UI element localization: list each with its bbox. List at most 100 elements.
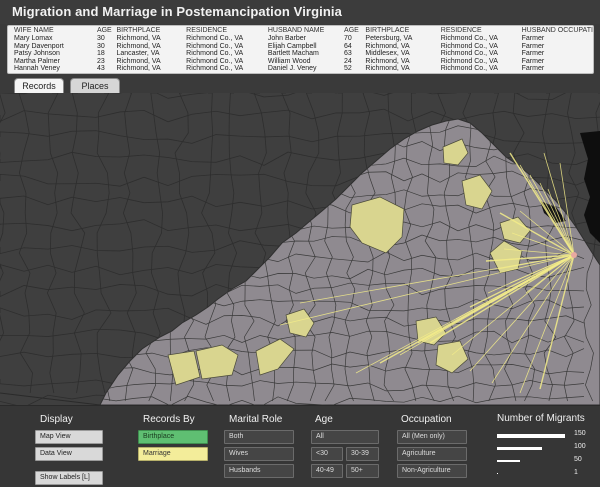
cell-husband-name: John Barber [267, 35, 306, 43]
data-view-button[interactable]: Data View [35, 447, 103, 461]
legend-bar-150 [497, 434, 565, 438]
cell-husband-residence: Richmond Co., VA [440, 35, 498, 43]
cell-wife-residence: Richmond Co., VA [186, 57, 244, 65]
table-row[interactable]: Patsy Johnson 18 Lancaster, VA Richmond Co.… [14, 50, 593, 58]
cell-husband-birthplace: Richmond, VA [365, 42, 410, 50]
cell-wife-birthplace: Lancaster, VA [116, 50, 160, 58]
cell-husband-name: Daniel J. Veney [267, 65, 317, 73]
tab-records[interactable]: Records [14, 78, 64, 93]
cell-wife-birthplace: Richmond, VA [116, 42, 161, 50]
role-husbands-button[interactable]: Husbands [224, 464, 294, 478]
cell-husband-occupation: Farmer [521, 50, 545, 58]
migration-map[interactable] [0, 93, 600, 405]
occupation-agriculture-button[interactable]: Agriculture [397, 447, 467, 461]
cell-husband-age: 52 [344, 65, 352, 73]
occupation-non-agriculture-button[interactable]: Non-Agriculture [397, 464, 467, 478]
col-husband-residence[interactable]: RESIDENCE [441, 27, 522, 35]
richmond-county-origin-marker [571, 252, 577, 258]
cell-wife-birthplace: Richmond, VA [116, 57, 161, 65]
marital-role-group-title: Marital Role [229, 414, 283, 425]
cell-husband-occupation: Farmer [521, 57, 545, 65]
cell-husband-birthplace: Petersburg, VA [365, 35, 413, 43]
records-table-panel: WIFE NAME AGE BIRTHPLACE RESIDENCE HUSBA… [7, 25, 594, 74]
map-canvas[interactable] [0, 93, 600, 405]
cell-husband-name: Bartlett Macham [267, 50, 319, 58]
col-wife-age[interactable]: AGE [97, 27, 117, 35]
app-title: Migration and Marriage in Postemancipati… [12, 4, 342, 19]
table-row[interactable]: Martha Palmer 23 Richmond, VA Richmond Co.,… [14, 58, 593, 66]
col-husband-occupation[interactable]: HUSBAND OCCUPATI [522, 27, 593, 35]
age-30-39-button[interactable]: 30-39 [346, 447, 379, 461]
cell-wife-age: 18 [96, 50, 105, 58]
table-row[interactable]: Hannah Veney 43 Richmond, VA Richmond Co., … [14, 65, 593, 73]
legend-bar-1 [497, 473, 498, 474]
cell-husband-occupation: Farmer [521, 65, 545, 73]
cell-husband-age: 70 [344, 35, 352, 43]
col-husband-birthplace[interactable]: BIRTHPLACE [365, 27, 440, 35]
occupation-all-button[interactable]: All (Men only) [397, 430, 467, 444]
migrants-legend-title: Number of Migrants [497, 413, 585, 424]
cell-wife-name: Martha Palmer [14, 57, 60, 65]
title-bar: Migration and Marriage in Postemancipati… [0, 0, 600, 24]
cell-wife-age: 43 [96, 65, 105, 73]
cell-wife-residence: Richmond Co., VA [186, 35, 244, 43]
age-under-30-button[interactable]: <30 [311, 447, 343, 461]
col-husband-name[interactable]: HUSBAND NAME [268, 27, 344, 35]
cell-husband-occupation: Farmer [521, 35, 545, 43]
col-husband-age[interactable]: AGE [344, 27, 365, 35]
age-all-button[interactable]: All [311, 430, 379, 444]
cell-husband-residence: Richmond Co., VA [440, 57, 498, 65]
filter-controls: Display Map View Data View Show Labels [… [0, 405, 600, 487]
cell-wife-name: Hannah Veney [14, 65, 60, 73]
legend-label-50: 50 [574, 456, 582, 463]
marriage-button[interactable]: Marriage [138, 447, 208, 461]
cell-wife-residence: Richmond Co., VA [186, 50, 244, 58]
display-group-title: Display [40, 414, 73, 425]
cell-wife-age: 30 [96, 35, 105, 43]
col-wife-name[interactable]: WIFE NAME [14, 27, 97, 35]
cell-husband-residence: Richmond Co., VA [440, 65, 498, 73]
cell-husband-birthplace: Richmond, VA [365, 65, 410, 73]
birthplace-button[interactable]: Birthplace [138, 430, 208, 444]
cell-wife-name: Mary Lomax [14, 35, 53, 43]
cell-wife-birthplace: Richmond, VA [116, 35, 161, 43]
role-wives-button[interactable]: Wives [224, 447, 294, 461]
age-50-plus-button[interactable]: 50+ [346, 464, 379, 478]
cell-wife-residence: Richmond Co., VA [186, 65, 244, 73]
col-wife-birthplace[interactable]: BIRTHPLACE [116, 27, 186, 35]
table-row[interactable]: Mary Davenport 30 Richmond, VA Richmond Co.… [14, 43, 593, 51]
legend-label-1: 1 [574, 469, 578, 476]
occupation-group-title: Occupation [401, 414, 452, 425]
legend-label-100: 100 [574, 443, 586, 450]
legend-bar-50 [497, 460, 520, 462]
age-40-49-button[interactable]: 40-49 [311, 464, 343, 478]
cell-husband-name: William Wood [267, 57, 311, 65]
table-header-row: WIFE NAME AGE BIRTHPLACE RESIDENCE HUSBA… [14, 27, 593, 35]
cell-husband-age: 24 [344, 57, 352, 65]
cell-husband-birthplace: Middlesex, VA [365, 50, 410, 58]
tab-places[interactable]: Places [70, 78, 120, 93]
cell-husband-residence: Richmond Co., VA [440, 50, 498, 58]
map-view-button[interactable]: Map View [35, 430, 103, 444]
records-table: WIFE NAME AGE BIRTHPLACE RESIDENCE HUSBA… [14, 27, 593, 73]
cell-husband-age: 63 [344, 50, 352, 58]
cell-wife-name: Patsy Johnson [14, 50, 60, 58]
age-group-title: Age [315, 414, 333, 425]
legend-bar-100 [497, 447, 542, 450]
cell-wife-age: 30 [96, 42, 105, 50]
cell-wife-birthplace: Richmond, VA [116, 65, 161, 73]
col-wife-residence[interactable]: RESIDENCE [186, 27, 268, 35]
legend-label-150: 150 [574, 430, 586, 437]
cell-husband-age: 64 [344, 42, 352, 50]
cell-husband-birthplace: Richmond, VA [365, 57, 410, 65]
cell-wife-residence: Richmond Co., VA [186, 42, 244, 50]
cell-wife-age: 23 [96, 57, 105, 65]
table-row[interactable]: Mary Lomax 30 Richmond, VA Richmond Co., VA… [14, 35, 593, 43]
cell-husband-residence: Richmond Co., VA [440, 42, 498, 50]
cell-husband-name: Elijah Campbell [267, 42, 317, 50]
records-by-group-title: Records By [143, 414, 195, 425]
show-labels-button[interactable]: Show Labels [L] [35, 471, 103, 485]
cell-husband-occupation: Farmer [521, 42, 545, 50]
role-both-button[interactable]: Both [224, 430, 294, 444]
cell-wife-name: Mary Davenport [14, 42, 64, 50]
